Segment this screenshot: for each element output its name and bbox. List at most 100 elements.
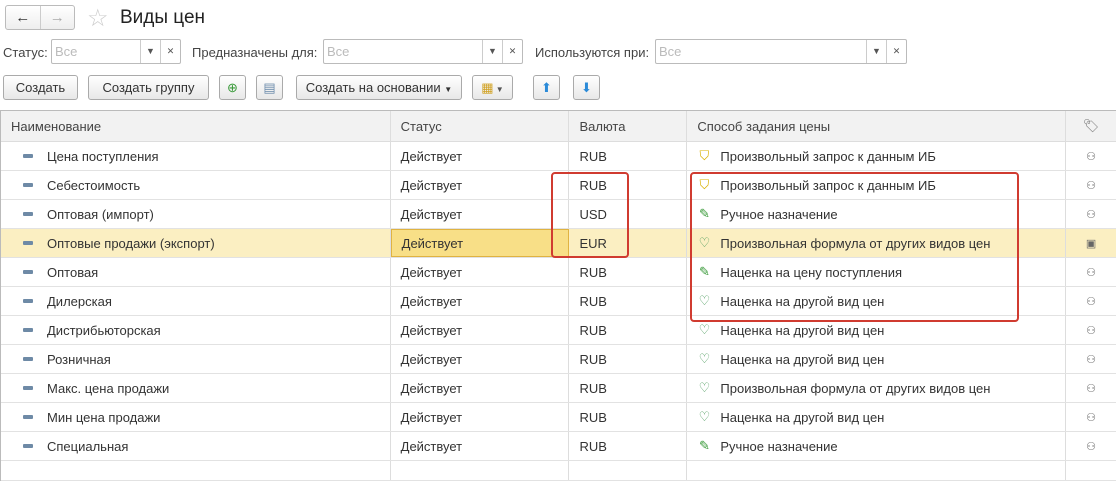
- table-row[interactable]: Розничная Действует RUB ♡ Наценка на друг…: [1, 345, 1116, 374]
- item-icon: [23, 270, 33, 274]
- users-icon: ⚇: [1086, 382, 1096, 395]
- cell-status[interactable]: Действует: [391, 142, 570, 170]
- method-text: Произвольная формула от других видов цен: [720, 380, 991, 396]
- currency-text: RUB: [579, 293, 607, 309]
- cell-name[interactable]: Оптовая (импорт): [1, 200, 391, 228]
- dropdown-icon[interactable]: ▼: [482, 40, 502, 63]
- cell-currency[interactable]: RUB: [569, 316, 688, 344]
- cell-status[interactable]: Действует: [391, 258, 570, 286]
- usage-filter[interactable]: Все ▼ ✕: [655, 39, 907, 64]
- cell-method[interactable]: ✎ Ручное назначение: [687, 432, 1067, 460]
- users-icon: ⚇: [1086, 440, 1096, 453]
- name-text: Цена поступления: [47, 148, 159, 164]
- cell-name[interactable]: Дилерская: [1, 287, 391, 315]
- user-card-icon: ▣: [1085, 237, 1097, 250]
- name-text: Розничная: [47, 351, 111, 367]
- column-header-method[interactable]: Способ задания цены: [687, 111, 1067, 141]
- navigation-buttons: ← →: [5, 5, 75, 30]
- formula-tag-icon: ♡: [698, 351, 711, 366]
- currency-text: RUB: [579, 264, 607, 280]
- cell-status[interactable]: Действует: [391, 316, 570, 344]
- move-up-icon[interactable]: ⬆: [533, 75, 560, 100]
- cell-name[interactable]: Оптовые продажи (экспорт): [1, 229, 391, 257]
- back-button[interactable]: ←: [6, 6, 40, 29]
- status-filter-input[interactable]: Все: [52, 40, 140, 63]
- users-icon: ⚇: [1086, 150, 1096, 163]
- status-text: Действует: [400, 264, 463, 280]
- purpose-filter[interactable]: Все ▼ ✕: [323, 39, 523, 64]
- tag-icon[interactable]: 🏷: [1066, 111, 1116, 141]
- currency-text: RUB: [579, 438, 607, 454]
- cell-status[interactable]: Действует: [391, 403, 570, 431]
- cell-name[interactable]: Мин цена продажи: [1, 403, 391, 431]
- item-icon: [23, 444, 33, 448]
- usage-filter-label: Используются при:: [535, 45, 650, 60]
- cell-currency[interactable]: RUB: [569, 432, 688, 460]
- currency-text: RUB: [579, 409, 607, 425]
- cell-status[interactable]: Действует: [391, 345, 570, 373]
- cell-name[interactable]: Специальная: [1, 432, 391, 460]
- create-group-button[interactable]: Создать группу: [88, 75, 209, 100]
- cell-method[interactable]: ♡ Наценка на другой вид цен: [687, 403, 1067, 431]
- cell-status[interactable]: Действует: [391, 200, 570, 228]
- column-header-status[interactable]: Статус: [391, 111, 570, 141]
- cell-currency[interactable]: RUB: [569, 258, 688, 286]
- cell-status[interactable]: Действует: [391, 374, 570, 402]
- cell-name[interactable]: Оптовая: [1, 258, 391, 286]
- table-row[interactable]: Мин цена продажи Действует RUB ♡ Наценка …: [1, 403, 1116, 432]
- cell-name[interactable]: Макс. цена продажи: [1, 374, 391, 402]
- report-menu-icon[interactable]: ▦ ▼: [472, 75, 513, 100]
- cell-status[interactable]: Действует: [391, 432, 570, 460]
- column-header-name[interactable]: Наименование: [1, 111, 391, 141]
- dropdown-icon[interactable]: ▼: [140, 40, 160, 63]
- status-text: Действует: [400, 438, 463, 454]
- item-icon: [23, 328, 33, 332]
- dropdown-icon[interactable]: ▼: [866, 40, 886, 63]
- cell-currency[interactable]: RUB: [569, 142, 688, 170]
- users-icon: ⚇: [1086, 295, 1096, 308]
- purpose-filter-input[interactable]: Все: [324, 40, 482, 63]
- status-text: Действует: [400, 380, 463, 396]
- cell-status[interactable]: Действует: [391, 287, 570, 315]
- table-row[interactable]: Цена поступления Действует RUB ⛉ Произвол…: [1, 142, 1116, 171]
- clear-icon[interactable]: ✕: [160, 40, 180, 63]
- cell-currency[interactable]: RUB: [569, 345, 688, 373]
- table-row[interactable]: Специальная Действует RUB ✎ Ручное назнач…: [1, 432, 1116, 461]
- users-icon: ⚇: [1086, 353, 1096, 366]
- cell-currency[interactable]: RUB: [569, 374, 688, 402]
- status-text: Действует: [400, 177, 463, 193]
- method-text: Наценка на другой вид цен: [720, 322, 885, 338]
- copy-document-icon[interactable]: ⊕: [219, 75, 246, 100]
- column-header-currency[interactable]: Валюта: [569, 111, 688, 141]
- status-text: Действует: [400, 206, 463, 222]
- status-filter[interactable]: Все ▼ ✕: [51, 39, 181, 64]
- usage-filter-input[interactable]: Все: [656, 40, 866, 63]
- table-row[interactable]: Макс. цена продажи Действует RUB ♡ Произв…: [1, 374, 1116, 403]
- create-based-on-button[interactable]: Создать на основании ▼: [296, 75, 462, 100]
- cell-currency[interactable]: RUB: [569, 287, 688, 315]
- cell-name[interactable]: Дистрибьюторская: [1, 316, 391, 344]
- forward-button[interactable]: →: [39, 6, 75, 29]
- users-icon: ⚇: [1086, 179, 1096, 192]
- cell-status[interactable]: Действует: [390, 229, 570, 257]
- table-row[interactable]: [1, 461, 1116, 481]
- item-icon: [23, 241, 33, 245]
- highlight-currency: [551, 172, 629, 258]
- cell-method[interactable]: ♡ Наценка на другой вид цен: [687, 345, 1067, 373]
- item-icon: [23, 212, 33, 216]
- cell-name[interactable]: Розничная: [1, 345, 391, 373]
- cell-status[interactable]: Действует: [391, 171, 570, 199]
- cell-name[interactable]: Себестоимость: [1, 171, 391, 199]
- name-text: Оптовые продажи (экспорт): [47, 235, 215, 251]
- favorite-star-icon[interactable]: ☆: [87, 4, 109, 33]
- cell-method[interactable]: ⛉ Произвольный запрос к данным ИБ: [687, 142, 1067, 170]
- create-button[interactable]: Создать: [3, 75, 78, 100]
- cell-method[interactable]: ♡ Произвольная формула от других видов це…: [687, 374, 1067, 402]
- cell-name[interactable]: Цена поступления: [1, 142, 391, 170]
- clear-icon[interactable]: ✕: [886, 40, 906, 63]
- move-down-icon[interactable]: ⬇: [573, 75, 600, 100]
- cell-currency[interactable]: RUB: [569, 403, 688, 431]
- clear-icon[interactable]: ✕: [502, 40, 522, 63]
- list-icon[interactable]: ▤: [256, 75, 283, 100]
- status-filter-label: Статус:: [3, 45, 48, 60]
